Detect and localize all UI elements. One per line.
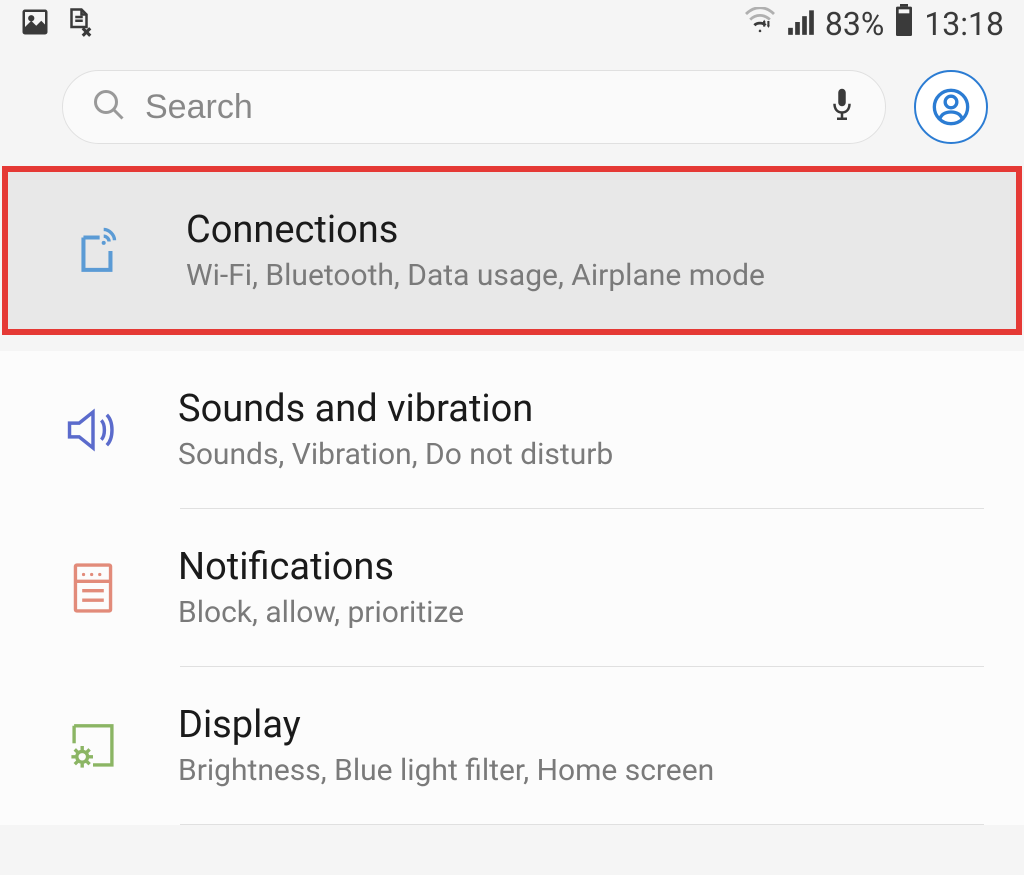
item-title: Display (178, 703, 714, 747)
item-subtitle: Wi-Fi, Bluetooth, Data usage, Airplane m… (186, 258, 765, 293)
item-subtitle: Sounds, Vibration, Do not disturb (178, 437, 613, 472)
search-bar[interactable] (62, 70, 886, 144)
settings-item-sounds[interactable]: Sounds and vibration Sounds, Vibration, … (0, 351, 1024, 508)
highlight-box: Connections Wi-Fi, Bluetooth, Data usage… (2, 166, 1022, 335)
divider (180, 824, 984, 825)
item-title: Notifications (178, 545, 464, 589)
item-title: Sounds and vibration (178, 387, 613, 431)
item-subtitle: Block, allow, prioritize (178, 595, 464, 630)
gallery-icon (20, 7, 50, 41)
search-row (0, 48, 1024, 166)
display-icon (64, 717, 122, 775)
settings-item-connections[interactable]: Connections Wi-Fi, Bluetooth, Data usage… (8, 172, 1016, 329)
item-subtitle: Brightness, Blue light filter, Home scre… (178, 753, 714, 788)
battery-icon (894, 4, 914, 44)
wifi-icon (743, 5, 777, 43)
search-input[interactable] (145, 88, 809, 127)
connections-icon (72, 222, 130, 280)
search-icon (91, 87, 127, 127)
sound-icon (64, 401, 122, 459)
signal-icon (787, 5, 815, 43)
battery-percent: 83% (825, 5, 884, 43)
settings-item-display[interactable]: Display Brightness, Blue light filter, H… (0, 667, 1024, 824)
status-time: 13:18 (924, 5, 1004, 43)
document-error-icon (64, 7, 94, 41)
notifications-icon (64, 559, 122, 617)
profile-button[interactable] (914, 70, 988, 144)
microphone-icon[interactable] (827, 85, 857, 129)
item-title: Connections (186, 208, 765, 252)
status-bar: 83% 13:18 (0, 0, 1024, 48)
settings-item-notifications[interactable]: Notifications Block, allow, prioritize (0, 509, 1024, 666)
